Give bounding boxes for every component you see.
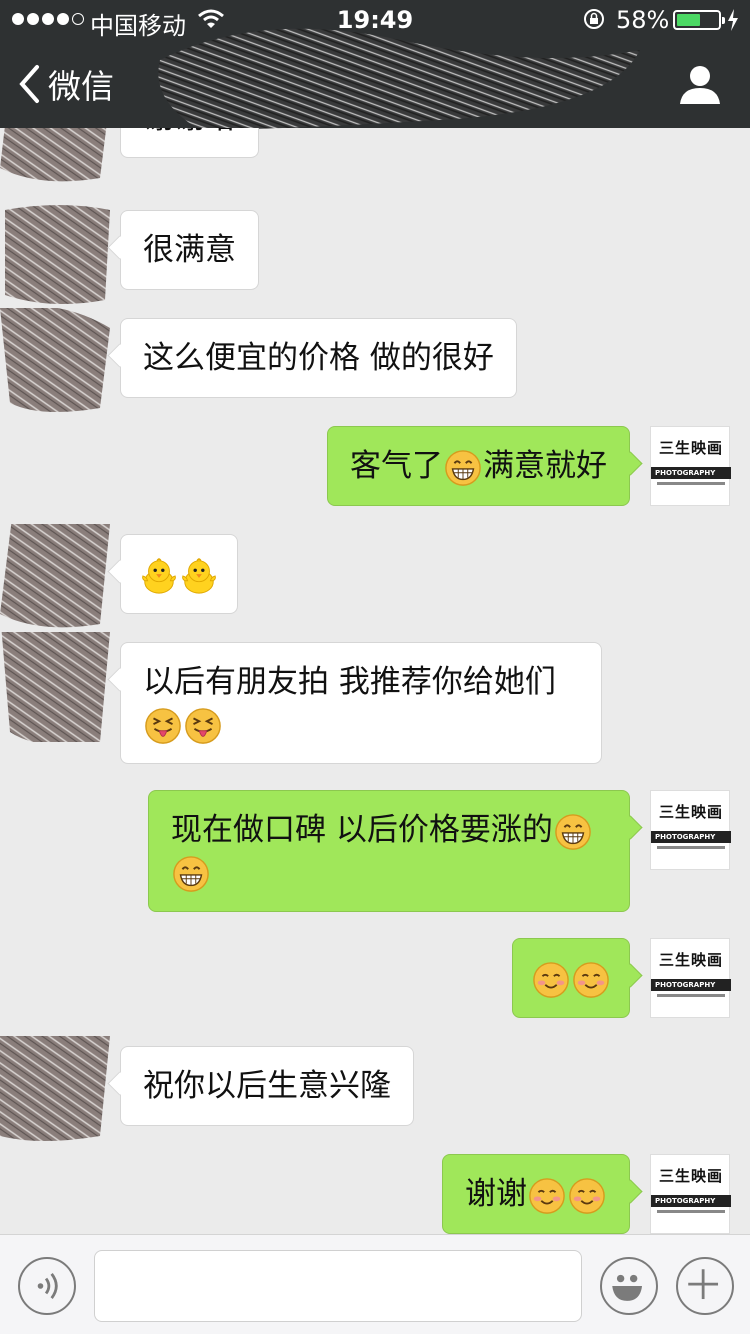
sender-avatar[interactable] <box>0 524 110 628</box>
own-avatar[interactable]: 三生映画 PHOTOGRAPHY <box>650 426 731 506</box>
sender-avatar[interactable] <box>5 205 110 304</box>
smile-blush-icon <box>532 961 570 999</box>
message-bubble[interactable] <box>512 938 630 1018</box>
message-text: 很满意 <box>143 232 236 268</box>
chick-icon <box>140 557 178 595</box>
message-text: 以后有朋友拍 我推荐你给她们 <box>143 664 556 700</box>
chick-icon <box>180 557 218 595</box>
sender-avatar[interactable] <box>1 632 110 742</box>
grin-icon <box>554 813 592 851</box>
smiley-icon <box>612 1274 643 1301</box>
message-bubble[interactable]: 很满意 <box>120 210 259 290</box>
message-text: 客气了 <box>350 448 443 484</box>
own-avatar[interactable]: 三生映画 PHOTOGRAPHY <box>650 790 731 870</box>
top-bar: 中国移动 19:49 58% 微信 <box>0 0 750 130</box>
message-bubble[interactable]: 祝你以后生意兴隆 <box>120 1046 414 1126</box>
plus-icon <box>688 1269 719 1300</box>
emoji-button[interactable] <box>600 1257 658 1315</box>
own-avatar[interactable]: 三生映画 PHOTOGRAPHY <box>650 938 731 1018</box>
input-bar <box>0 1234 750 1334</box>
message-text: 祝你以后生意兴隆 <box>143 1068 391 1104</box>
message-text: 满意就好 <box>483 448 607 484</box>
message-text: 谢谢 <box>465 1176 527 1212</box>
battery-icon <box>673 10 725 30</box>
charging-bolt-icon <box>728 9 738 31</box>
nav-bar: 微信 <box>0 28 750 130</box>
smile-blush-icon <box>528 1177 566 1215</box>
message-input[interactable] <box>94 1250 582 1322</box>
message-bubble[interactable]: 现在做口碑 以后价格要涨的 <box>148 790 630 912</box>
back-button[interactable]: 微信 <box>18 60 114 108</box>
smile-blush-icon <box>572 961 610 999</box>
more-options-button[interactable] <box>676 1257 734 1315</box>
message-text: 现在做口碑 以后价格要涨的 <box>171 812 553 848</box>
sender-avatar[interactable] <box>0 308 110 412</box>
contact-profile-icon[interactable] <box>678 64 722 104</box>
sender-avatar[interactable] <box>0 1036 110 1141</box>
message-bubble[interactable]: 谢谢哈 <box>120 128 259 158</box>
sender-avatar[interactable] <box>0 128 107 182</box>
message-bubble[interactable]: 谢谢 <box>442 1154 630 1234</box>
grin-icon <box>444 449 482 487</box>
back-label: 微信 <box>48 67 114 106</box>
message-bubble[interactable] <box>120 534 238 614</box>
tongue-out-icon <box>144 707 182 745</box>
own-avatar[interactable]: 三生映画 PHOTOGRAPHY <box>650 1154 731 1234</box>
chat-area[interactable]: 谢谢哈 很满意 这么便宜的价格 做的很好 客气了 满意就好 三生映画 PHOTOG… <box>0 128 750 1234</box>
message-bubble[interactable]: 这么便宜的价格 做的很好 <box>120 318 517 398</box>
voice-input-button[interactable] <box>18 1257 76 1315</box>
message-text: 谢谢哈 <box>143 128 236 136</box>
chevron-left-icon <box>19 65 39 103</box>
message-text: 这么便宜的价格 做的很好 <box>143 340 494 376</box>
smile-blush-icon <box>568 1177 606 1215</box>
tongue-out-icon <box>184 707 222 745</box>
message-bubble[interactable]: 以后有朋友拍 我推荐你给她们 <box>120 642 602 764</box>
voice-icon <box>37 1273 58 1299</box>
grin-icon <box>172 855 210 893</box>
message-bubble[interactable]: 客气了 满意就好 <box>327 426 630 506</box>
